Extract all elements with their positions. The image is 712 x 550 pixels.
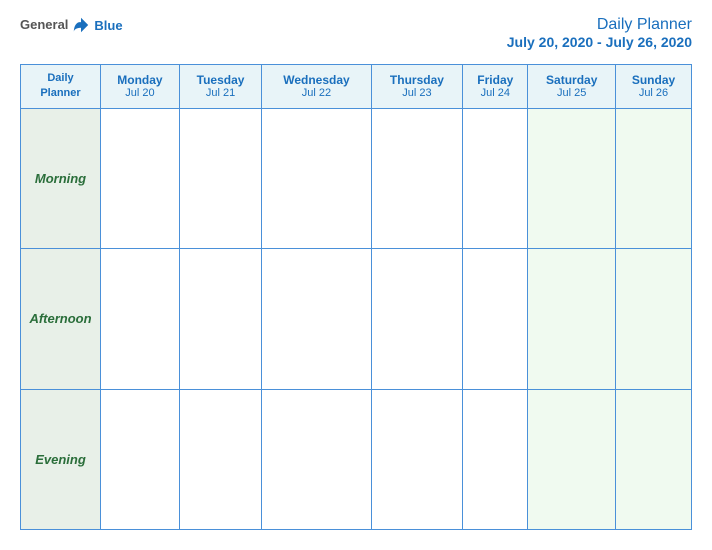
header-monday: Monday Jul 20 <box>101 65 180 109</box>
cell-afternoon-wednesday[interactable] <box>262 249 371 389</box>
header-row: Daily Planner Monday Jul 20 Tuesday Jul … <box>21 65 692 109</box>
header-daily-planner: Daily Planner <box>21 65 101 109</box>
planner-title: Daily Planner <box>507 16 692 34</box>
header-saturday: Saturday Jul 25 <box>528 65 616 109</box>
table-row: Afternoon <box>21 249 692 389</box>
cell-afternoon-saturday[interactable] <box>528 249 616 389</box>
cell-morning-saturday[interactable] <box>528 108 616 248</box>
cell-evening-friday[interactable] <box>463 389 528 529</box>
cell-evening-tuesday[interactable] <box>179 389 261 529</box>
table-body: Morning Afternoon Evening <box>21 108 692 529</box>
cell-morning-sunday[interactable] <box>616 108 692 248</box>
header-thursday: Thursday Jul 23 <box>371 65 462 109</box>
header-friday: Friday Jul 24 <box>463 65 528 109</box>
cell-morning-wednesday[interactable] <box>262 108 371 248</box>
cell-evening-thursday[interactable] <box>371 389 462 529</box>
row-label-morning: Morning <box>21 108 101 248</box>
calendar-table: Daily Planner Monday Jul 20 Tuesday Jul … <box>20 64 692 530</box>
cell-morning-thursday[interactable] <box>371 108 462 248</box>
cell-morning-monday[interactable] <box>101 108 180 248</box>
logo-blue-text: Blue <box>94 18 122 33</box>
cell-afternoon-thursday[interactable] <box>371 249 462 389</box>
logo-icon <box>72 16 90 34</box>
cell-evening-monday[interactable] <box>101 389 180 529</box>
table-row: Evening <box>21 389 692 529</box>
cell-evening-sunday[interactable] <box>616 389 692 529</box>
header-sunday: Sunday Jul 26 <box>616 65 692 109</box>
header-wednesday: Wednesday Jul 22 <box>262 65 371 109</box>
planner-date-range: July 20, 2020 - July 26, 2020 <box>507 34 692 50</box>
cell-afternoon-sunday[interactable] <box>616 249 692 389</box>
cell-morning-tuesday[interactable] <box>179 108 261 248</box>
logo: General Blue <box>20 16 123 34</box>
title-area: Daily Planner July 20, 2020 - July 26, 2… <box>507 16 692 50</box>
cell-evening-saturday[interactable] <box>528 389 616 529</box>
logo-text: General <box>20 16 68 34</box>
cell-afternoon-tuesday[interactable] <box>179 249 261 389</box>
table-row: Morning <box>21 108 692 248</box>
row-label-evening: Evening <box>21 389 101 529</box>
cell-evening-wednesday[interactable] <box>262 389 371 529</box>
row-label-afternoon: Afternoon <box>21 249 101 389</box>
page-header: General Blue Daily Planner July 20, 2020… <box>20 16 692 50</box>
table-header: Daily Planner Monday Jul 20 Tuesday Jul … <box>21 65 692 109</box>
cell-morning-friday[interactable] <box>463 108 528 248</box>
cell-afternoon-friday[interactable] <box>463 249 528 389</box>
header-tuesday: Tuesday Jul 21 <box>179 65 261 109</box>
cell-afternoon-monday[interactable] <box>101 249 180 389</box>
logo-general: General <box>20 17 68 32</box>
